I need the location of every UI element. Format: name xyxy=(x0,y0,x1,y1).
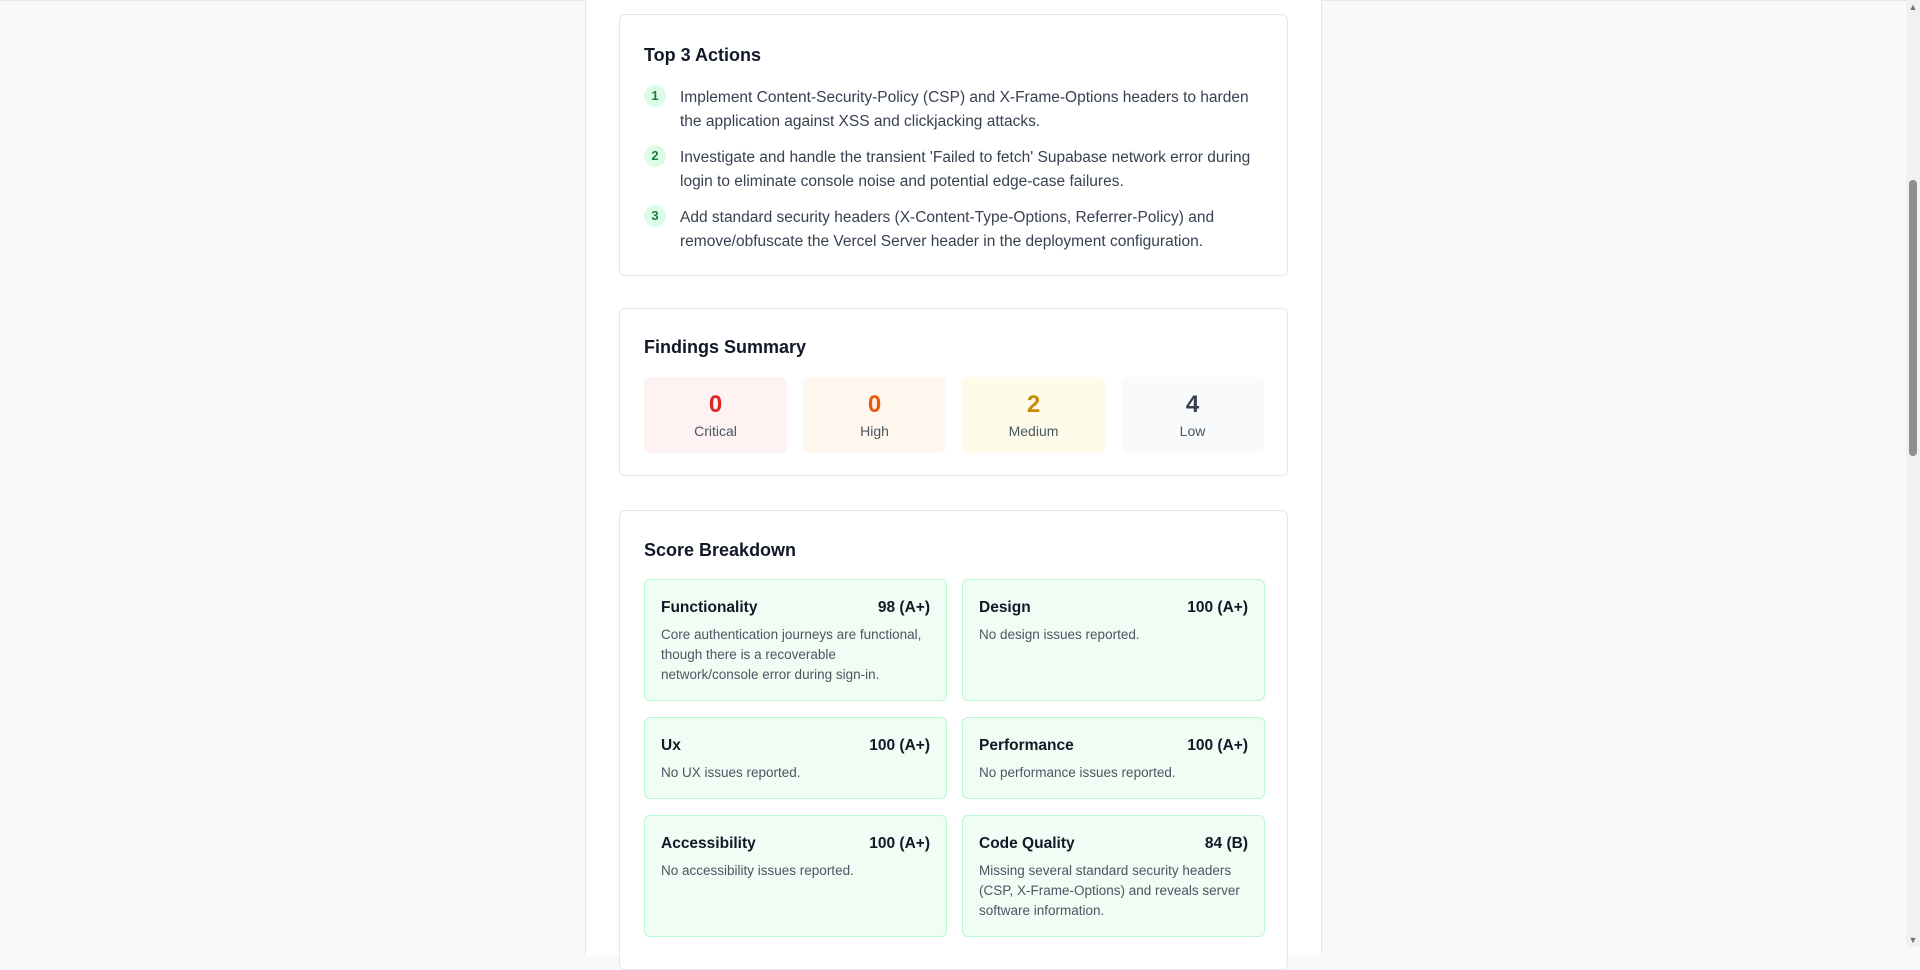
score-breakdown-card: Score Breakdown Functionality 98 (A+) Co… xyxy=(619,510,1288,970)
action-text: Implement Content-Security-Policy (CSP) … xyxy=(680,89,1249,130)
severity-label: Critical xyxy=(694,423,737,439)
action-item: 3 Add standard security headers (X-Conte… xyxy=(644,205,1264,253)
score-card-performance: Performance 100 (A+) No performance issu… xyxy=(962,717,1265,799)
score-value: 84 (B) xyxy=(1204,835,1248,852)
severity-count: 0 xyxy=(867,391,882,418)
top-actions-card: Top 3 Actions 1 Implement Content-Securi… xyxy=(619,14,1288,276)
report-column: Top 3 Actions 1 Implement Content-Securi… xyxy=(585,0,1322,970)
severity-count: 4 xyxy=(1185,391,1200,418)
severity-high-tile: 0 High xyxy=(803,377,946,453)
severity-count: 2 xyxy=(1026,391,1041,418)
severity-count: 0 xyxy=(708,391,723,418)
scrollbar-thumb[interactable] xyxy=(1909,180,1917,456)
score-value: 100 (A+) xyxy=(1187,599,1248,616)
score-card-design: Design 100 (A+) No design issues reporte… xyxy=(962,579,1265,701)
severity-low-tile: 4 Low xyxy=(1121,377,1264,453)
score-card-accessibility: Accessibility 100 (A+) No accessibility … xyxy=(644,815,947,937)
score-breakdown-title: Score Breakdown xyxy=(644,540,797,560)
action-text: Investigate and handle the transient 'Fa… xyxy=(680,149,1251,190)
score-category-name: Accessibility xyxy=(661,835,756,852)
score-card-functionality: Functionality 98 (A+) Core authenticatio… xyxy=(644,579,947,701)
score-value: 100 (A+) xyxy=(869,835,930,852)
score-description: No performance issues reported. xyxy=(979,765,1176,780)
severity-label: Medium xyxy=(1008,423,1059,439)
severity-label: High xyxy=(860,423,889,439)
score-category-name: Design xyxy=(979,599,1031,616)
score-description: Missing several standard security header… xyxy=(979,863,1240,918)
action-number-badge: 3 xyxy=(644,205,666,227)
chevron-down-icon[interactable]: ▼ xyxy=(1906,933,1920,947)
score-category-name: Ux xyxy=(661,737,681,754)
score-value: 100 (A+) xyxy=(1187,737,1248,754)
findings-summary-card: Findings Summary 0 Critical 0 High 2 Med… xyxy=(619,308,1288,476)
action-number-badge: 2 xyxy=(644,145,666,167)
score-value: 98 (A+) xyxy=(877,599,930,616)
score-category-name: Code Quality xyxy=(979,835,1075,852)
action-number-badge: 1 xyxy=(644,85,666,107)
score-description: Core authentication journeys are functio… xyxy=(661,627,922,682)
severity-critical-tile: 0 Critical xyxy=(644,377,787,453)
score-category-name: Performance xyxy=(979,737,1074,754)
severity-label: Low xyxy=(1179,423,1206,439)
action-item: 1 Implement Content-Security-Policy (CSP… xyxy=(644,85,1264,133)
score-card-code-quality: Code Quality 84 (B) Missing several stan… xyxy=(962,815,1265,937)
page-scrollbar[interactable]: ▲ ▼ xyxy=(1906,0,1920,947)
score-description: No UX issues reported. xyxy=(661,765,801,780)
score-value: 100 (A+) xyxy=(869,737,930,754)
score-card-ux: Ux 100 (A+) No UX issues reported. xyxy=(644,717,947,799)
score-description: No accessibility issues reported. xyxy=(661,863,854,878)
score-description: No design issues reported. xyxy=(979,627,1140,642)
action-item: 2 Investigate and handle the transient '… xyxy=(644,145,1264,193)
severity-medium-tile: 2 Medium xyxy=(962,377,1105,453)
action-text: Add standard security headers (X-Content… xyxy=(680,209,1215,250)
chevron-up-icon[interactable]: ▲ xyxy=(1906,0,1920,14)
top-actions-title: Top 3 Actions xyxy=(644,45,761,65)
findings-summary-title: Findings Summary xyxy=(644,337,807,357)
score-category-name: Functionality xyxy=(661,599,758,616)
